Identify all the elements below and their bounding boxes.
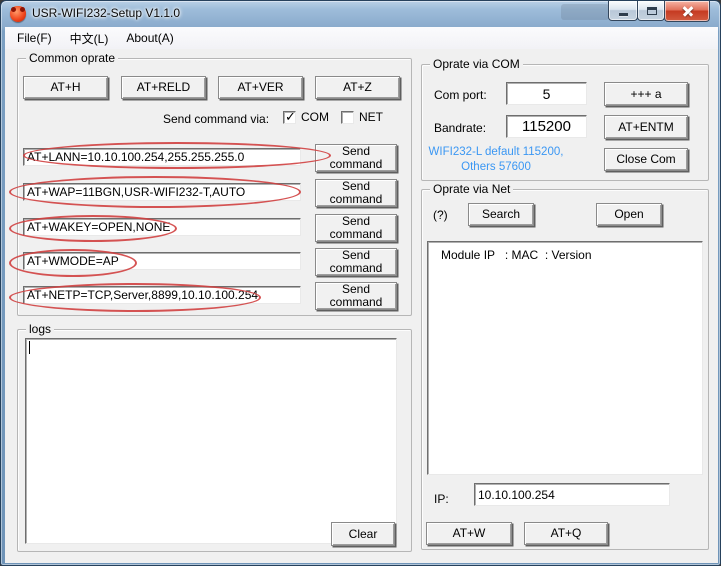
module-list-header: Module IP : MAC : Version bbox=[441, 248, 592, 262]
at-h-button[interactable]: AT+H bbox=[23, 76, 108, 99]
menu-about[interactable]: About(A) bbox=[117, 28, 182, 48]
maximize-button[interactable] bbox=[637, 1, 665, 21]
logs-title: logs bbox=[26, 322, 54, 336]
command-input-lann[interactable] bbox=[23, 148, 301, 166]
bandrate-input[interactable] bbox=[506, 115, 587, 138]
plus-plus-plus-a-button[interactable]: +++ a bbox=[604, 82, 688, 106]
at-q-button[interactable]: AT+Q bbox=[524, 522, 608, 545]
send-command-button-3[interactable]: Send command bbox=[315, 214, 397, 242]
net-checkbox-label: NET bbox=[359, 110, 383, 124]
menu-file[interactable]: File(F) bbox=[8, 28, 61, 48]
bandrate-label: Bandrate: bbox=[434, 121, 486, 135]
minimize-button[interactable] bbox=[608, 1, 638, 21]
com-hint-line2: Others 57600 bbox=[427, 160, 565, 175]
command-input-wap[interactable] bbox=[23, 183, 301, 201]
oprate-via-net-title: Oprate via Net bbox=[430, 182, 513, 196]
at-w-button[interactable]: AT+W bbox=[426, 522, 512, 545]
client-area: File(F) 中文(L) About(A) Common oprate AT+… bbox=[5, 27, 718, 563]
open-button[interactable]: Open bbox=[596, 203, 662, 226]
command-input-netp[interactable] bbox=[23, 286, 301, 304]
text-cursor bbox=[29, 341, 30, 354]
app-window: USR-WIFI232-Setup V1.1.0 File(F) 中文(L) A… bbox=[0, 0, 721, 566]
send-command-button-1[interactable]: Send command bbox=[315, 144, 397, 172]
net-checkbox-box[interactable] bbox=[341, 111, 354, 124]
command-input-wakey[interactable] bbox=[23, 218, 301, 236]
ip-input[interactable] bbox=[474, 483, 670, 506]
send-via-label: Send command via: bbox=[163, 112, 269, 126]
common-oprate-title: Common oprate bbox=[26, 51, 118, 65]
close-com-button[interactable]: Close Com bbox=[604, 148, 688, 171]
maximize-icon bbox=[647, 7, 657, 15]
com-checkbox-box[interactable] bbox=[283, 111, 296, 124]
com-port-input[interactable] bbox=[506, 82, 587, 105]
app-icon bbox=[10, 6, 26, 22]
close-button[interactable] bbox=[664, 1, 710, 22]
com-hint-line1: WIFI232-L default 115200, bbox=[427, 145, 565, 160]
command-input-wmode[interactable] bbox=[23, 252, 301, 270]
help-label[interactable]: (?) bbox=[433, 208, 448, 222]
at-reld-button[interactable]: AT+RELD bbox=[121, 76, 206, 99]
minimize-icon bbox=[619, 13, 628, 16]
com-port-label: Com port: bbox=[434, 88, 487, 102]
com-checkbox[interactable]: COM bbox=[283, 110, 329, 124]
at-entm-button[interactable]: AT+ENTM bbox=[604, 115, 688, 139]
send-command-button-5[interactable]: Send command bbox=[315, 282, 397, 310]
com-checkbox-label: COM bbox=[301, 110, 329, 124]
send-command-button-2[interactable]: Send command bbox=[315, 179, 397, 207]
clear-button[interactable]: Clear bbox=[331, 522, 395, 546]
close-icon bbox=[682, 5, 694, 17]
ip-label: IP: bbox=[434, 492, 449, 506]
module-listbox[interactable]: Module IP : MAC : Version bbox=[427, 241, 703, 475]
logs-textarea[interactable] bbox=[25, 338, 397, 544]
at-ver-button[interactable]: AT+VER bbox=[218, 76, 303, 99]
menu-language[interactable]: 中文(L) bbox=[61, 27, 118, 50]
window-title: USR-WIFI232-Setup V1.1.0 bbox=[32, 6, 180, 20]
menu-bar: File(F) 中文(L) About(A) bbox=[5, 27, 718, 49]
oprate-via-com-title: Oprate via COM bbox=[430, 57, 523, 71]
send-command-button-4[interactable]: Send command bbox=[315, 248, 397, 276]
net-checkbox[interactable]: NET bbox=[341, 110, 383, 124]
title-bar[interactable]: USR-WIFI232-Setup V1.1.0 bbox=[1, 1, 721, 27]
search-button[interactable]: Search bbox=[468, 203, 534, 226]
com-hint: WIFI232-L default 115200, Others 57600 bbox=[427, 145, 565, 175]
at-z-button[interactable]: AT+Z bbox=[315, 76, 400, 99]
